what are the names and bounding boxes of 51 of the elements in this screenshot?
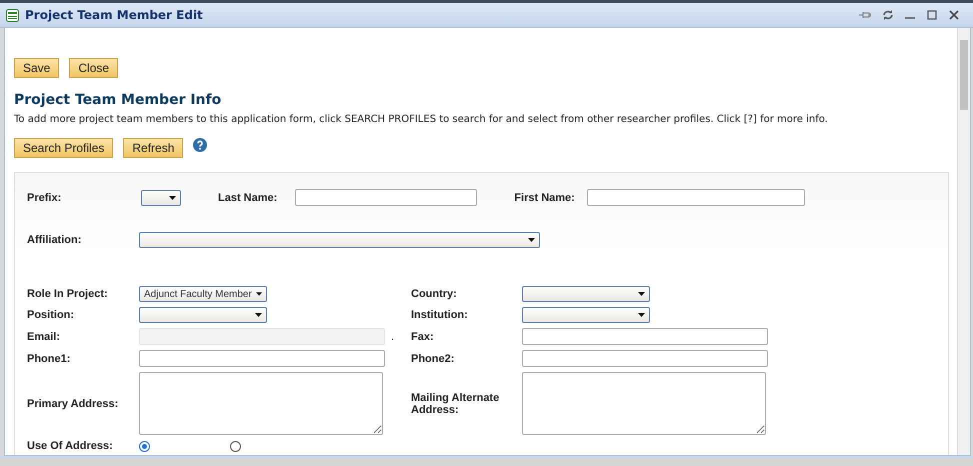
field-label: Email: <box>27 330 62 342</box>
field-label: Primary Address: <box>27 398 120 410</box>
dropdown[interactable]: Adjunct Faculty Member <box>139 286 267 302</box>
pin-icon[interactable] <box>859 11 871 19</box>
dropdown[interactable] <box>522 286 650 302</box>
scrollbar-thumb[interactable] <box>960 40 968 110</box>
window-title: Project Team Member Edit <box>25 8 204 22</box>
section-title: Project Team Member Info <box>14 92 222 108</box>
field-label: Position: <box>27 309 76 321</box>
caret-icon <box>638 292 645 296</box>
field-label: Phone1: <box>27 352 72 364</box>
dropdown[interactable] <box>139 232 540 248</box>
field-label: Affiliation: <box>27 234 82 246</box>
field-label: Role In Project: <box>27 288 109 300</box>
toolbar-button[interactable]: Close <box>69 58 118 78</box>
field-label: Fax: <box>411 330 435 342</box>
field-label: Institution: <box>411 309 469 321</box>
caret-icon <box>255 313 262 317</box>
field-label: Country: <box>411 288 458 300</box>
input-field[interactable] <box>522 350 768 367</box>
radio-button[interactable] <box>230 440 241 452</box>
maximize-icon[interactable] <box>927 10 937 20</box>
description: To add more project team members to this application form, click SEARCH PROFILES to search for and select from other researcher profiles. Click [?] for more info. <box>14 114 829 125</box>
field-label: Use Of Address: <box>27 440 114 452</box>
dropdown[interactable] <box>139 307 267 323</box>
refresh-icon[interactable] <box>883 10 893 20</box>
toolbar-button[interactable]: Save <box>14 58 60 78</box>
action-button[interactable]: Refresh <box>123 138 184 158</box>
field-label: First Name: <box>514 192 575 204</box>
action-button[interactable]: Search Profiles <box>14 138 114 158</box>
caret-icon <box>528 238 535 242</box>
note-text: . <box>391 330 394 342</box>
caret-icon <box>169 196 176 200</box>
field-label: Prefix: <box>27 192 62 204</box>
caret-icon <box>256 292 262 296</box>
text-area[interactable] <box>522 372 766 435</box>
field-label: Mailing Alternate Address: <box>411 392 500 416</box>
close-icon[interactable] <box>949 10 959 20</box>
input-field[interactable] <box>522 328 768 345</box>
dropdown[interactable] <box>141 190 181 206</box>
caret-icon <box>638 313 645 317</box>
text-area[interactable] <box>139 372 383 435</box>
help-icon[interactable] <box>193 138 208 152</box>
dropdown[interactable] <box>522 307 650 323</box>
radio-button[interactable] <box>139 440 150 452</box>
form-icon <box>6 8 19 22</box>
field-label: Phone2: <box>411 352 456 364</box>
input-field[interactable] <box>139 350 385 367</box>
field-label: Last Name: <box>218 192 278 204</box>
input-field[interactable] <box>295 189 478 206</box>
input-field[interactable] <box>586 189 805 206</box>
